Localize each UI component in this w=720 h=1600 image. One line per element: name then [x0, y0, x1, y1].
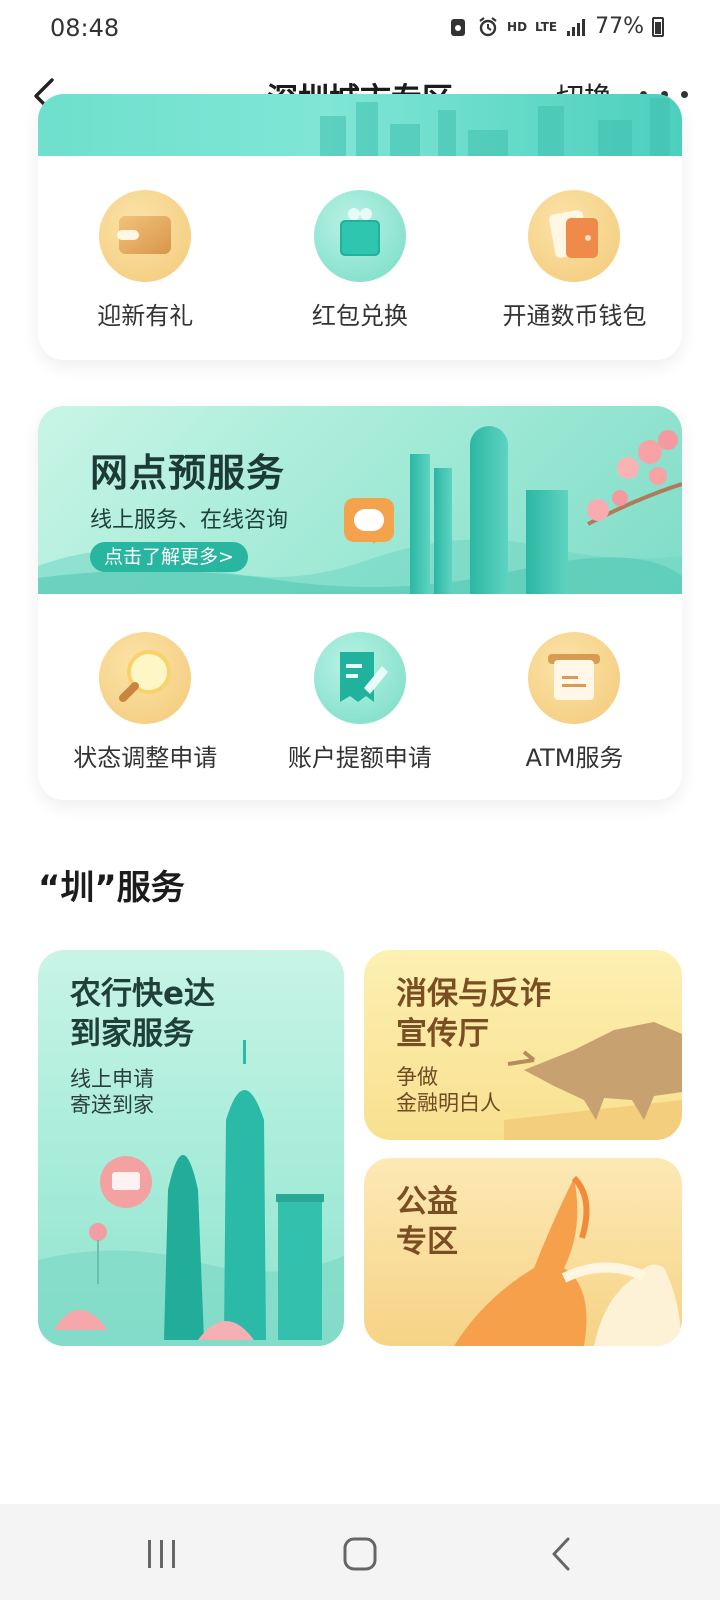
welcome-gift-item[interactable]: 迎新有礼 — [38, 190, 253, 331]
atm-icon — [528, 632, 621, 724]
red-packet-exchange-item[interactable]: 红包兑换 — [253, 190, 468, 331]
skyscraper-illustration — [434, 468, 452, 594]
skyline-building — [538, 106, 564, 156]
branch-actions-row: 状态调整申请 账户提额申请 ATM服务 — [38, 632, 682, 773]
chat-icon — [344, 498, 394, 544]
battery-percent: 77% — [595, 14, 644, 39]
learn-more-button[interactable]: 点击了解更多> — [90, 542, 248, 572]
banner-title: 网点预服务 — [90, 451, 286, 495]
skyline-building — [390, 124, 420, 156]
open-digital-wallet-item[interactable]: 开通数币钱包 — [467, 190, 682, 331]
tile-subtitle: 争做 金融明白人 — [396, 1064, 501, 1116]
home-icon[interactable] — [342, 1536, 378, 1572]
quick-action-label: 开通数币钱包 — [502, 302, 647, 330]
tile-title-line: 农行快e达 — [70, 976, 216, 1012]
digital-wallet-icon — [528, 190, 621, 282]
bull-illustration — [504, 1022, 682, 1140]
hd-indicator: HD — [507, 19, 528, 34]
city-towers-illustration — [38, 1040, 344, 1346]
signal-icon — [567, 18, 586, 36]
birds-illustration — [454, 1175, 682, 1346]
more-dot-icon — [681, 90, 688, 98]
skyscraper-illustration — [470, 426, 508, 594]
atm-service-item[interactable]: ATM服务 — [467, 632, 682, 773]
branch-service-card: 网点预服务 线上服务、在线咨询 点击了解更多> 状态调整申请 账户提额申请 AT… — [38, 406, 682, 800]
banner-subtitle: 线上服务、在线咨询 — [90, 508, 289, 533]
alarm-icon — [479, 16, 497, 36]
skyscraper-illustration — [410, 454, 430, 594]
consumer-protection-anti-fraud-tile[interactable]: 消保与反诈 宣传厅 争做 金融明白人 — [364, 950, 682, 1140]
status-icons: HD LTE 77% — [447, 14, 664, 39]
status-time: 08:48 — [50, 14, 120, 42]
tile-subtitle-line: 金融明白人 — [396, 1091, 501, 1115]
skyline-building — [356, 102, 378, 156]
wallet-icon — [99, 190, 192, 282]
city-skyline-banner-strip — [38, 94, 682, 156]
lte-indicator: LTE — [535, 19, 558, 34]
quick-action-label: 迎新有礼 — [97, 302, 194, 330]
recent-apps-icon[interactable] — [146, 1536, 178, 1572]
skyline-building — [650, 98, 670, 156]
page-content: 迎新有礼 红包兑换 开通数币钱包 网点预服务 线上服务、在线咨询 点击了解更多>… — [0, 94, 720, 1504]
charity-zone-tile[interactable]: 公益 专区 — [364, 1158, 682, 1346]
document-edit-icon — [313, 632, 406, 724]
app-notification-icon — [451, 18, 466, 36]
back-nav-icon[interactable] — [548, 1536, 576, 1572]
account-limit-item[interactable]: 账户提额申请 — [253, 632, 468, 773]
flower-branch-decoration — [587, 430, 682, 526]
skyline-building — [598, 120, 632, 156]
welcome-actions-card: 迎新有礼 红包兑换 开通数币钱包 — [38, 94, 682, 360]
magnifier-icon — [99, 632, 192, 724]
branch-action-label: 账户提额申请 — [287, 744, 432, 772]
gift-icon — [313, 190, 406, 282]
system-navigation-bar — [0, 1504, 720, 1600]
quick-action-label: 红包兑换 — [311, 302, 408, 330]
branch-action-label: 状态调整申请 — [73, 744, 218, 772]
branch-pre-service-banner[interactable]: 网点预服务 线上服务、在线咨询 点击了解更多> — [38, 406, 682, 594]
section-title: “圳”服务 — [38, 868, 185, 908]
skyline-building — [438, 110, 456, 156]
battery-icon — [652, 16, 664, 37]
tile-subtitle-line: 争做 — [396, 1065, 438, 1089]
quick-actions-row: 迎新有礼 红包兑换 开通数币钱包 — [38, 190, 682, 331]
skyline-building — [468, 130, 508, 156]
status-bar: 08:48 HD LTE 77% — [0, 0, 720, 64]
status-adjust-item[interactable]: 状态调整申请 — [38, 632, 253, 773]
branch-action-label: ATM服务 — [525, 744, 624, 772]
abc-delivery-tile[interactable]: 农行快e达 到家服务 线上申请 寄送到家 — [38, 950, 344, 1346]
skyline-building — [320, 116, 346, 156]
